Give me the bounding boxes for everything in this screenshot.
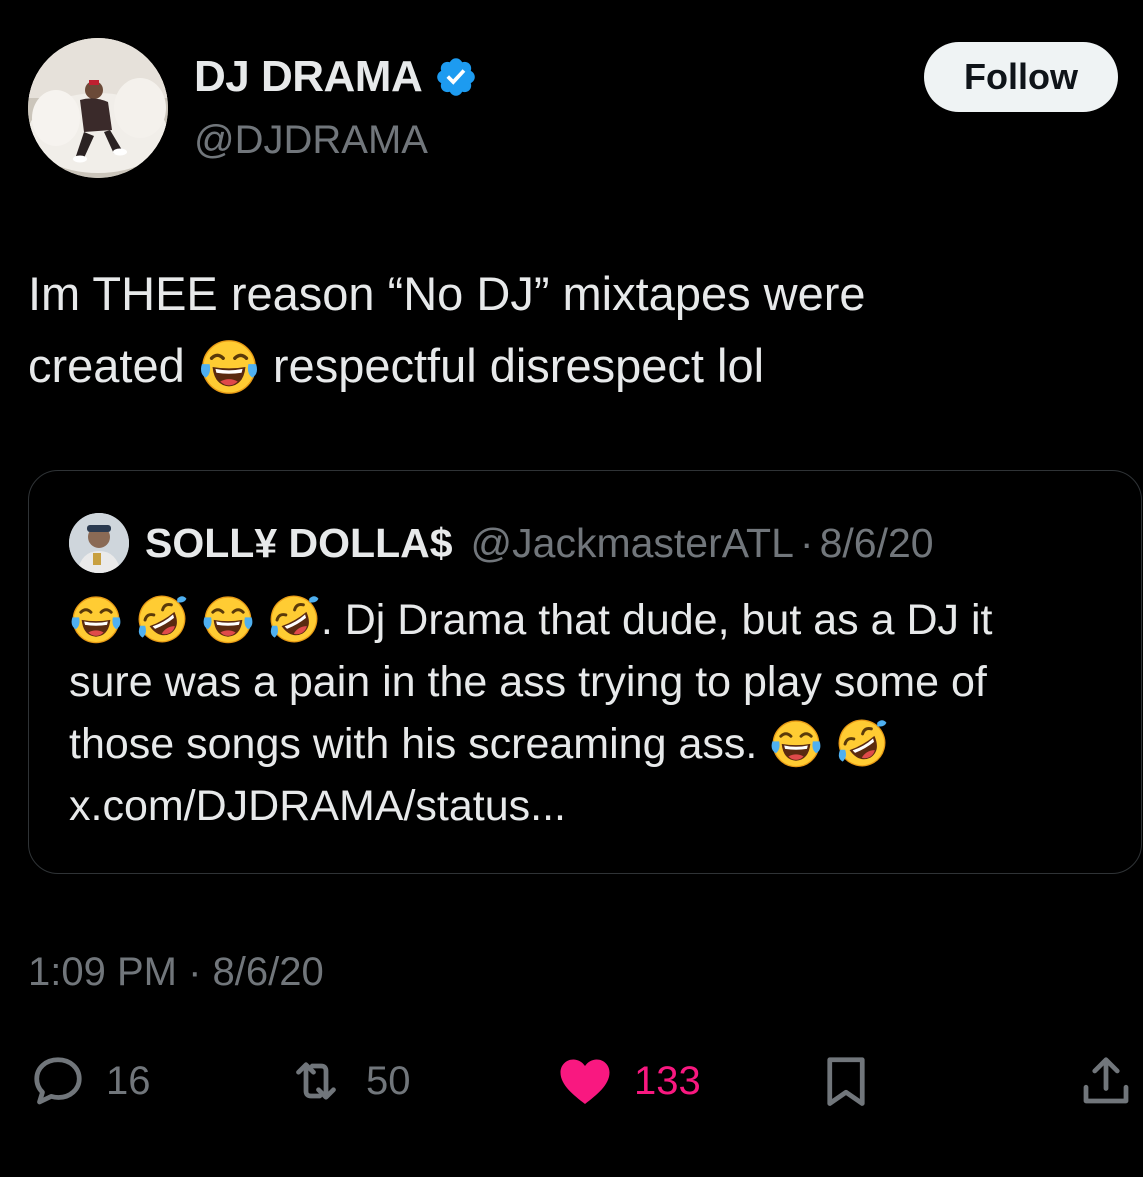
quoted-line-3: those songs with his screaming ass. <box>69 713 1119 775</box>
quoted-line-1: . Dj Drama that dude, but as a DJ it <box>69 589 1119 651</box>
bookmark-icon <box>827 1057 865 1106</box>
tweet-date: 8/6/20 <box>212 950 324 994</box>
face-with-tears-of-joy-emoji-icon <box>69 592 123 646</box>
face-with-tears-of-joy-emoji-icon <box>769 716 823 770</box>
quoted-tweet-link[interactable]: x.com/DJDRAMA/status... <box>69 775 1119 837</box>
quoted-tweet-date[interactable]: 8/6/20 <box>820 520 934 567</box>
author-handle[interactable]: @DJDRAMA <box>194 118 428 163</box>
share-button[interactable] <box>1076 1046 1136 1116</box>
tweet-line-2: created respectful disrespect lol <box>28 330 1118 402</box>
tweet-header: DJ DRAMA @DJDRAMA Follow <box>28 38 1118 178</box>
heart-icon <box>560 1059 610 1104</box>
quoted-line-3-text: those songs with his screaming ass. <box>69 720 758 768</box>
tweet-text-after-emoji: respectful disrespect lol <box>272 339 765 392</box>
like-count: 133 <box>634 1058 701 1103</box>
author-name-row: DJ DRAMA <box>194 52 478 102</box>
follow-button[interactable]: Follow <box>924 42 1118 112</box>
reply-icon <box>34 1057 82 1105</box>
quoted-author-display-name[interactable]: SOLL¥ DOLLA$ <box>145 520 453 567</box>
repost-icon <box>296 1062 336 1100</box>
repost-button[interactable]: 50 <box>284 1046 411 1116</box>
quoted-tweet-card[interactable]: SOLL¥ DOLLA$ @JackmasterATL · 8/6/20 . D… <box>28 470 1142 874</box>
tweet-text-before-emoji: created <box>28 339 185 392</box>
quoted-author-avatar[interactable] <box>69 513 129 573</box>
quoted-line-2: sure was a pain in the ass trying to pla… <box>69 658 987 706</box>
bookmark-button[interactable] <box>816 1046 876 1116</box>
author-avatar[interactable] <box>28 38 168 178</box>
tweet-time: 1:09 PM <box>28 950 177 994</box>
quoted-separator: · <box>799 519 814 566</box>
tweet-line-1: Im THEE reason “No DJ” mixtapes were <box>28 267 866 320</box>
reply-count: 16 <box>106 1058 151 1103</box>
tweet-timestamp[interactable]: 1:09 PM · 8/6/20 <box>28 950 324 995</box>
face-with-tears-of-joy-emoji-icon <box>198 335 260 397</box>
quoted-tweet-text: . Dj Drama that dude, but as a DJ it sur… <box>69 589 1119 837</box>
tweet-actions-bar: 16 50 133 <box>28 1046 1140 1116</box>
author-display-name[interactable]: DJ DRAMA <box>194 52 423 102</box>
face-with-tears-of-joy-emoji-icon <box>201 592 255 646</box>
share-icon <box>1083 1057 1129 1104</box>
rolling-on-the-floor-laughing-emoji-icon <box>267 592 321 646</box>
timestamp-separator: · <box>188 950 202 994</box>
reply-button[interactable]: 16 <box>28 1046 151 1116</box>
rolling-on-the-floor-laughing-emoji-icon <box>135 592 189 646</box>
tweet-text: Im THEE reason “No DJ” mixtapes were cre… <box>28 258 1118 402</box>
like-button[interactable]: 133 <box>554 1046 701 1116</box>
quoted-author-handle[interactable]: @JackmasterATL <box>471 520 794 567</box>
quoted-line-1-text: . Dj Drama that dude, but as a DJ it <box>320 596 993 644</box>
verified-badge-icon[interactable] <box>434 55 478 99</box>
repost-count: 50 <box>366 1058 411 1103</box>
rolling-on-the-floor-laughing-emoji-icon <box>835 716 889 770</box>
quoted-tweet-header: SOLL¥ DOLLA$ @JackmasterATL · 8/6/20 <box>69 513 934 573</box>
